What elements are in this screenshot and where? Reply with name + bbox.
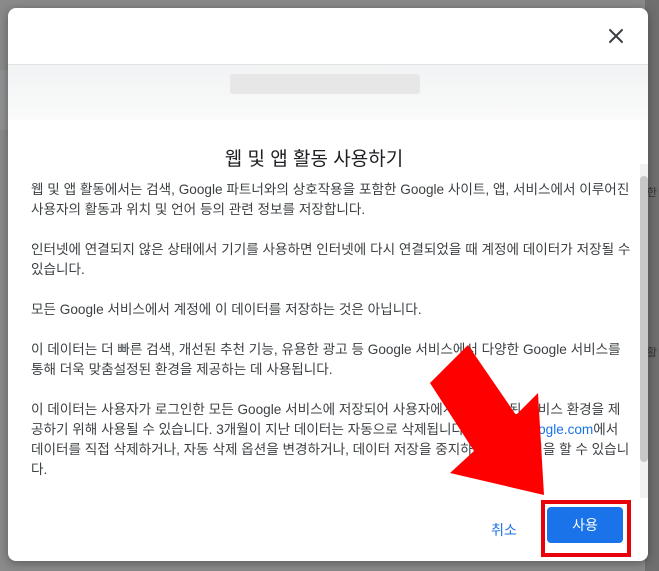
blurred-header-content <box>230 74 420 94</box>
use-button[interactable]: 사용 <box>547 507 623 543</box>
close-icon <box>609 29 623 43</box>
scrollbar-thumb[interactable] <box>640 176 648 462</box>
paragraph: 모든 Google 서비스에서 계정에 이 데이터를 저장하는 것은 아닙니다. <box>31 302 422 317</box>
paragraph: 인터넷에 연결되지 않은 상태에서 기기를 사용하면 인터넷에 다시 연결되었을… <box>31 242 631 277</box>
web-app-activity-dialog: 웹 및 앱 활동 사용하기 웹 및 앱 활동에서는 검색, Google 파트너… <box>8 8 648 561</box>
dialog-footer: 취소 사용 <box>8 498 648 561</box>
backdrop-text: 활 <box>646 347 657 359</box>
backdrop-text: 한 <box>646 187 657 199</box>
dialog-title: 웹 및 앱 활동 사용하기 <box>224 149 404 170</box>
close-button[interactable] <box>602 22 630 50</box>
paragraph: 웹 및 앱 활동에서는 검색, Google 파트너와의 상호작용을 포함한 G… <box>31 182 630 217</box>
pointer-arrow-icon <box>430 345 544 495</box>
cancel-button[interactable]: 취소 <box>476 512 532 548</box>
dialog-scroll-area[interactable]: 웹 및 앱 활동 사용하기 웹 및 앱 활동에서는 검색, Google 파트너… <box>8 120 648 498</box>
